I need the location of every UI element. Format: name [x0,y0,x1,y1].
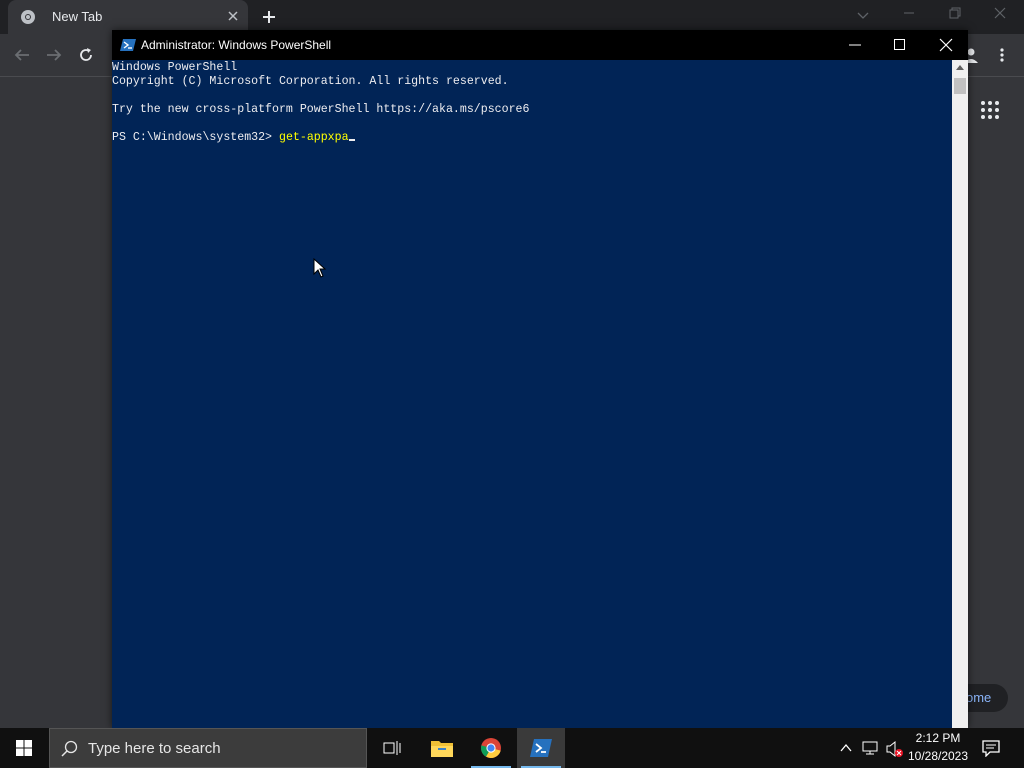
console-output[interactable]: Windows PowerShell Copyright (C) Microso… [112,60,952,728]
forward-arrow-icon[interactable] [45,46,63,64]
close-icon[interactable] [226,9,240,23]
volume-muted-icon[interactable] [886,740,904,758]
powershell-window: Administrator: Windows PowerShell Window… [112,30,968,728]
search-icon [61,740,78,757]
apps-grid-icon[interactable] [980,100,1000,120]
console-line: Windows PowerShell [112,61,238,74]
taskbar-search-box[interactable]: Type here to search [49,728,367,768]
browser-tab[interactable]: New Tab [8,0,248,34]
start-button[interactable] [0,728,48,768]
browser-close-icon[interactable] [993,6,1007,20]
vertical-scrollbar[interactable] [952,60,968,728]
scroll-up-icon[interactable] [956,64,964,70]
clock-time[interactable]: 2:12 PM [910,731,966,745]
mouse-cursor-icon [313,258,327,278]
windows-start-icon [16,740,32,756]
powershell-titlebar[interactable]: Administrator: Windows PowerShell [112,30,968,60]
tab-search-chevron-icon[interactable] [856,8,870,22]
reload-icon[interactable] [77,46,95,64]
console-line: Copyright (C) Microsoft Corporation. All… [112,75,509,88]
powershell-icon [530,738,552,758]
powershell-taskbar-button[interactable] [517,728,565,768]
customize-label: ome [966,690,992,705]
prompt-text: PS C:\Windows\system32> [112,131,279,144]
file-explorer-button[interactable] [418,728,466,768]
chrome-icon [20,9,36,25]
chrome-taskbar-button[interactable] [467,728,515,768]
taskbar: Type here to search 2:12 PM 10/28/2023 [0,728,1024,768]
notification-icon[interactable] [982,739,1000,757]
browser-restore-icon[interactable] [948,6,962,20]
task-view-button[interactable] [368,728,416,768]
chrome-icon [480,737,502,759]
text-cursor [348,139,355,141]
powershell-icon [120,37,136,53]
window-title: Administrator: Windows PowerShell [141,38,332,52]
command-input[interactable]: get-appxpa [279,131,349,144]
browser-minimize-icon[interactable] [902,6,916,20]
close-icon[interactable] [939,38,953,52]
scrollbar-thumb[interactable] [954,78,966,94]
back-arrow-icon[interactable] [13,46,31,64]
prompt-line[interactable]: PS C:\Windows\system32> get-appxpa [112,131,355,145]
chevron-up-icon[interactable] [839,741,853,755]
task-view-icon [383,739,401,757]
console-line: Try the new cross-platform PowerShell ht… [112,103,530,116]
plus-icon[interactable] [261,9,277,25]
tab-title: New Tab [52,9,103,24]
network-icon[interactable] [862,740,880,756]
maximize-icon[interactable] [893,38,907,52]
more-vert-icon[interactable] [996,46,1008,64]
minimize-icon[interactable] [848,38,862,52]
clock-date[interactable]: 10/28/2023 [906,749,970,763]
search-placeholder: Type here to search [88,740,221,757]
file-explorer-icon [431,739,453,757]
